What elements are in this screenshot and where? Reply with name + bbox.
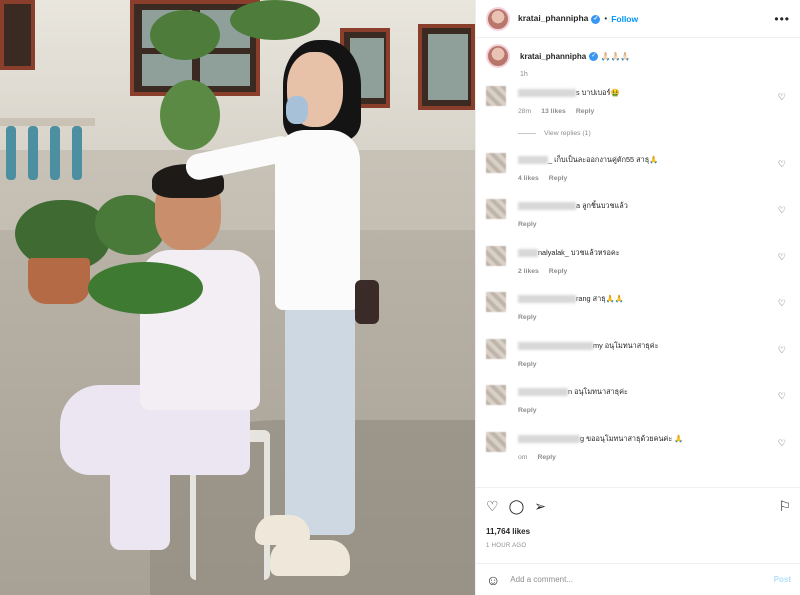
reply-button[interactable]: Reply [518, 221, 537, 228]
blurred-username [518, 89, 576, 98]
username-link[interactable]: kratai_phannipha [520, 52, 586, 61]
comment-icon[interactable]: ◯ [509, 498, 525, 515]
commenter-avatar[interactable] [486, 152, 506, 173]
handbag [355, 280, 379, 324]
girl-jeans [285, 305, 355, 535]
reply-button[interactable]: Reply [518, 407, 537, 414]
flower-pot [28, 258, 90, 304]
blurred-username [518, 155, 548, 164]
more-options-icon[interactable]: ••• [774, 12, 790, 26]
tree-foliage [230, 0, 320, 40]
blurred-username [518, 341, 593, 350]
comment-likes[interactable]: 13 likes [541, 108, 566, 115]
verified-badge-icon: ✓ [589, 52, 599, 62]
comment-likes[interactable]: 4 likes [518, 175, 539, 182]
blurred-username [518, 295, 576, 304]
post-button[interactable]: Post [774, 575, 791, 584]
heart-icon[interactable]: ♡ [778, 345, 786, 356]
verified-badge-icon: ✓ [591, 14, 601, 24]
sneaker [270, 540, 350, 576]
avatar[interactable] [486, 44, 510, 68]
caption-emoji: 🙏🏻🙏🏻🙏🏻 [600, 52, 631, 61]
comment-time: om [518, 453, 528, 461]
heart-icon[interactable]: ♡ [778, 159, 786, 170]
like-heart-icon[interactable]: ♡ [486, 498, 499, 515]
avatar[interactable] [486, 6, 510, 31]
comment-text: g ขออนุโมทนาสาธุด้วยคนค่ะ 🙏 [580, 433, 684, 443]
caption: kratai_phannipha ✓ 🙏🏻🙏🏻🙏🏻 1h [486, 44, 788, 84]
likes-count[interactable]: 11,764 likes [486, 527, 791, 536]
post-photo[interactable] [0, 0, 475, 595]
comment-composer: ☺ Post [476, 563, 800, 595]
reply-button[interactable]: Reply [549, 268, 568, 275]
share-send-icon[interactable]: ➢ [534, 498, 546, 515]
reply-button[interactable]: Reply [537, 454, 556, 461]
separator-dot: • [604, 14, 608, 23]
comment-text: rang สาธุ🙏🙏 [576, 294, 624, 303]
commenter-avatar[interactable] [486, 338, 506, 359]
heart-icon[interactable]: ♡ [778, 252, 786, 263]
reply-button[interactable]: Reply [576, 108, 595, 115]
heart-icon[interactable]: ♡ [778, 92, 786, 103]
comment-text: my อนุโมทนาสาธุค่ะ [593, 340, 659, 350]
reply-button[interactable]: Reply [549, 175, 568, 182]
caption-text: kratai_phannipha ✓ 🙏🏻🙏🏻🙏🏻 [520, 52, 631, 62]
comment-text: a ลูกชิ้นบวชแล้ว [576, 201, 628, 210]
comment-time: 28m [518, 108, 532, 115]
tree-foliage [150, 10, 220, 60]
face-mask [286, 96, 308, 124]
comment-item: a ลูกชิ้นบวชแล้ว Reply ♡ [486, 197, 788, 244]
comment-text: n อนุโมทนาสาธุค่ะ [568, 387, 628, 396]
comment-item: _ เก็บเป็นละออกงานคู่ตัก55 สาธุ🙏 4 likes… [486, 151, 788, 198]
reply-button[interactable]: Reply [518, 361, 537, 368]
commenter-avatar[interactable] [486, 292, 506, 312]
comment-input[interactable] [510, 575, 774, 584]
blurred-username [518, 248, 538, 257]
comment-text: _ เก็บเป็นละออกงานคู่ตัก55 สาธุ🙏 [548, 154, 659, 164]
bookmark-icon[interactable]: ⚐ [778, 498, 791, 515]
commenter-avatar[interactable] [486, 245, 506, 266]
blurred-username [518, 388, 568, 397]
post-header: kratai_phannipha ✓ • Follow ••• [476, 0, 800, 38]
comment-item: s บาปเบอร์🤮 28m 13 likes Reply ♡ [486, 84, 788, 131]
comment-text: s บาปเบอร์🤮 [576, 88, 620, 97]
comment-item: rang สาธุ🙏🙏 Reply ♡ [486, 290, 788, 337]
commenter-avatar[interactable] [486, 86, 506, 106]
commenter-avatar[interactable] [486, 199, 506, 219]
boy-leg [110, 430, 170, 550]
comment-item: g ขออนุโมทนาสาธุด้วยคนค่ะ 🙏 om Reply ♡ [486, 430, 788, 477]
commenter-avatar[interactable] [486, 385, 506, 405]
lotus-leaf [88, 262, 203, 314]
heart-icon[interactable]: ♡ [778, 205, 786, 216]
post-timestamp: 1 HOUR AGO [486, 543, 527, 549]
comment-likes[interactable]: 2 likes [518, 268, 539, 275]
balcony-rail [0, 118, 95, 180]
heart-icon[interactable]: ♡ [778, 391, 786, 402]
reply-button[interactable]: Reply [518, 314, 537, 321]
username-link[interactable]: kratai_phannipha ✓ [518, 13, 601, 24]
blurred-username [518, 202, 576, 211]
caption-time: 1h [520, 71, 528, 79]
blurred-username [518, 434, 580, 443]
emoji-icon[interactable]: ☺ [486, 572, 500, 588]
comment-text: nalyalak_ บวชแล้วหรอคะ [538, 247, 620, 257]
comment-item: n อนุโมทนาสาธุค่ะ Reply ♡ [486, 383, 788, 430]
commenter-avatar[interactable] [486, 431, 506, 452]
comment-item: nalyalak_ บวชแล้วหรอคะ 2 likes Reply ♡ [486, 244, 788, 291]
heart-icon[interactable]: ♡ [778, 438, 786, 449]
heart-icon[interactable]: ♡ [778, 298, 786, 309]
comment-item: my อนุโมทนาสาธุค่ะ Reply ♡ [486, 337, 788, 384]
post-actions: ♡ ◯ ➢ ⚐ 11,764 likes 1 HOUR AGO [476, 487, 800, 549]
window [418, 24, 475, 110]
comments-list[interactable]: kratai_phannipha ✓ 🙏🏻🙏🏻🙏🏻 1h s บาปเบอร์🤮 … [476, 38, 800, 487]
window [0, 0, 35, 70]
follow-button[interactable]: Follow [611, 14, 638, 24]
post-sidebar: kratai_phannipha ✓ • Follow ••• kratai_ph… [475, 0, 800, 595]
tree-foliage [160, 80, 220, 150]
